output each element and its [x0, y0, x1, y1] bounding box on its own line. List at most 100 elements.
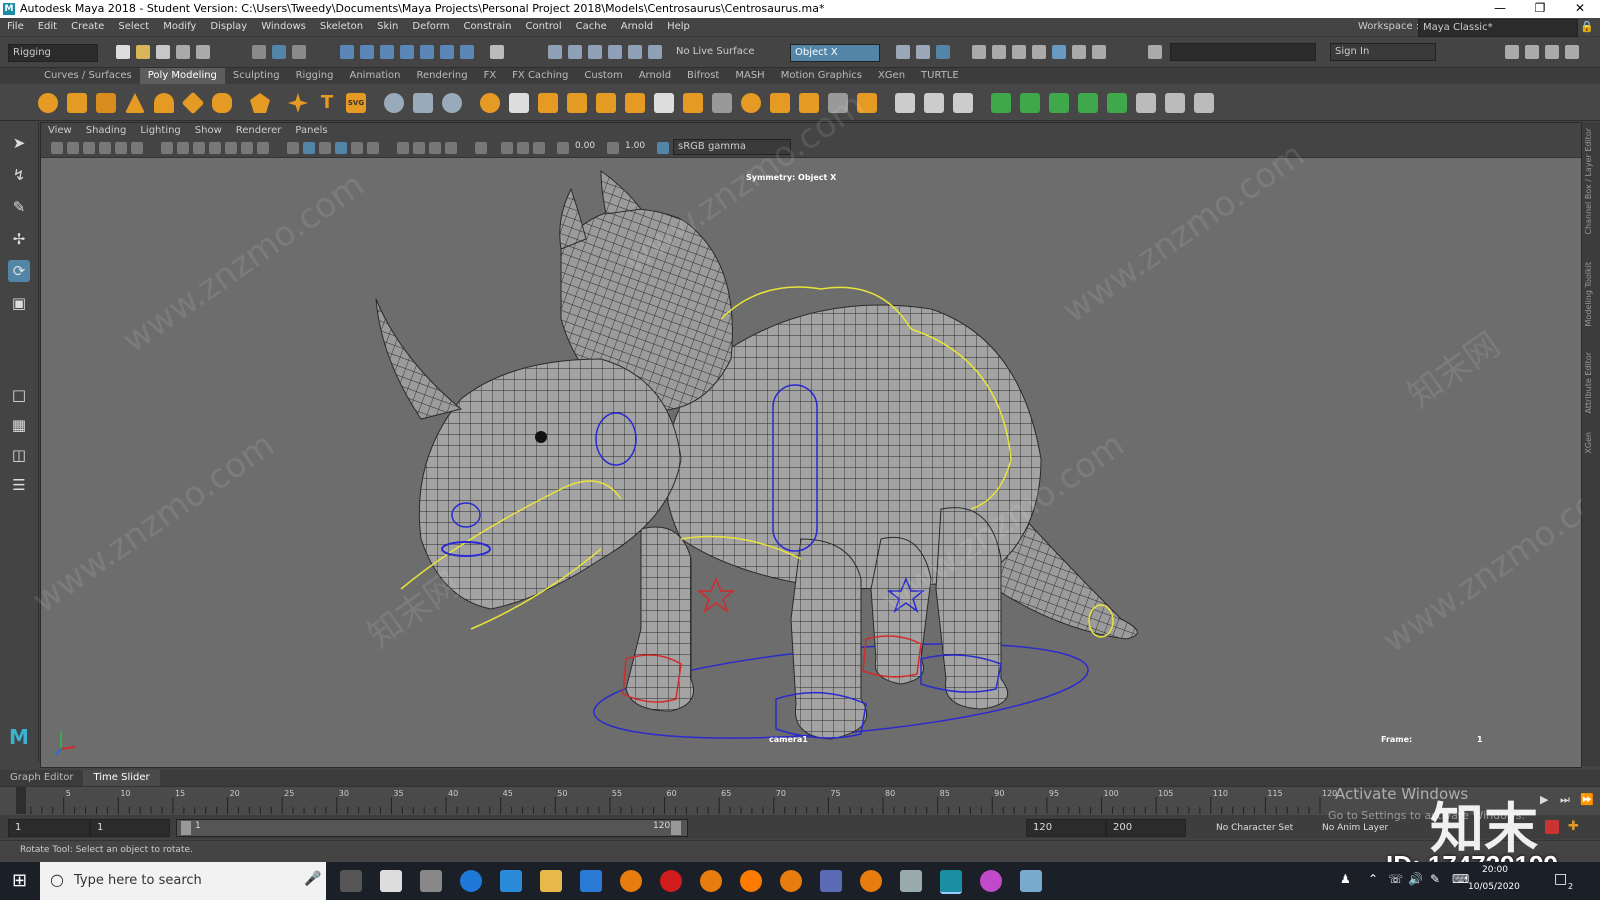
- gamma-value[interactable]: 1.00: [625, 141, 645, 151]
- single-perspective-layout-icon[interactable]: □: [8, 384, 30, 406]
- relax-tool-icon[interactable]: [1194, 93, 1214, 113]
- smooth-icon[interactable]: [442, 93, 462, 113]
- scale-tool-icon[interactable]: ▣: [8, 292, 30, 314]
- combine-icon[interactable]: [384, 93, 404, 113]
- viewport-menu-lighting[interactable]: Lighting: [133, 123, 187, 139]
- minimize-icon[interactable]: —: [1480, 1, 1520, 15]
- hypershade-icon[interactable]: [628, 45, 642, 59]
- menuset-dropdown[interactable]: Rigging: [8, 44, 98, 62]
- shelf-tab-curves-surfaces[interactable]: Curves / Surfaces: [36, 68, 140, 84]
- connect-icon[interactable]: [799, 93, 819, 113]
- collapse-icon[interactable]: [770, 93, 790, 113]
- edit-edge-flow-icon[interactable]: [895, 93, 915, 113]
- camera-attributes-icon[interactable]: [1052, 45, 1066, 59]
- poly-cylinder-icon[interactable]: [96, 93, 116, 113]
- clock-date[interactable]: 10/05/2020: [1468, 882, 1520, 892]
- menu-help[interactable]: Help: [660, 18, 697, 36]
- shelf-tab-turtle[interactable]: TURTLE: [913, 68, 967, 84]
- viewport-panel[interactable]: View Shading Lighting Show Renderer Pane…: [25, 85, 1600, 768]
- shelf-tab-xgen[interactable]: XGen: [870, 68, 913, 84]
- select-camera-icon[interactable]: [51, 142, 63, 154]
- image-plane-icon[interactable]: [99, 142, 111, 154]
- mail-icon[interactable]: [580, 870, 602, 892]
- uv-editor-icon[interactable]: [1136, 93, 1156, 113]
- snapshot-icon[interactable]: [992, 45, 1006, 59]
- attribute-editor-tab[interactable]: Attribute Editor: [1584, 352, 1598, 414]
- channel-box-icon[interactable]: [1565, 45, 1579, 59]
- blender-icon[interactable]: [700, 870, 722, 892]
- viewport-menu-renderer[interactable]: Renderer: [229, 123, 289, 139]
- step-end-icon[interactable]: ⏭: [1560, 793, 1570, 807]
- hind-left-leg-mesh[interactable]: [870, 536, 932, 685]
- shelf-tab-custom[interactable]: Custom: [576, 68, 630, 84]
- move-tool-icon[interactable]: ✢: [8, 228, 30, 250]
- sign-in-dropdown[interactable]: Sign In: [1330, 43, 1436, 61]
- camera-attributes-vp-icon[interactable]: [67, 142, 79, 154]
- super-shape-icon[interactable]: [288, 93, 308, 113]
- shelf-tab-rendering[interactable]: Rendering: [408, 68, 475, 84]
- insert-edge-loop-icon[interactable]: [924, 93, 944, 113]
- textured-icon[interactable]: [351, 142, 363, 154]
- exposure-value[interactable]: 0.00: [575, 141, 595, 151]
- menu-cache[interactable]: Cache: [569, 18, 614, 36]
- grid-icon[interactable]: [161, 142, 173, 154]
- nasal-horn-mesh[interactable]: [375, 298, 463, 420]
- merge-icon[interactable]: [683, 93, 703, 113]
- lasso-tool-icon[interactable]: ↯: [8, 164, 30, 186]
- gamma-icon[interactable]: [607, 142, 619, 154]
- photos-icon[interactable]: [900, 870, 922, 892]
- calculator-icon[interactable]: [420, 870, 442, 892]
- shelf-tab-bifrost[interactable]: Bifrost: [679, 68, 727, 84]
- range-slider[interactable]: 1 120: [176, 819, 688, 837]
- motion-blur-icon[interactable]: [429, 142, 441, 154]
- select-component-icon[interactable]: [292, 45, 306, 59]
- display-settings-icon[interactable]: [1032, 45, 1046, 59]
- bevel-icon[interactable]: [567, 93, 587, 113]
- animation-prefs-icon[interactable]: ✚: [1568, 819, 1579, 834]
- menu-windows[interactable]: Windows: [254, 18, 313, 36]
- menu-create[interactable]: Create: [64, 18, 111, 36]
- range-slider-end-handle[interactable]: [671, 821, 681, 835]
- isolate-select-icon[interactable]: [475, 142, 487, 154]
- live-surface-field[interactable]: No Live Surface: [672, 44, 766, 60]
- anim-layer-dropdown[interactable]: No Anim Layer: [1322, 823, 1388, 833]
- snap-view-plane-icon[interactable]: [400, 45, 414, 59]
- menu-control[interactable]: Control: [518, 18, 568, 36]
- view-transform-dropdown[interactable]: sRGB gamma: [673, 139, 791, 155]
- new-scene-icon[interactable]: [116, 45, 130, 59]
- lock-selection-icon[interactable]: [490, 45, 504, 59]
- panel-layout-icon[interactable]: [896, 45, 910, 59]
- microphone-icon[interactable]: 🎤: [304, 871, 321, 887]
- network-icon[interactable]: ☏: [1388, 872, 1403, 886]
- snap-point-icon[interactable]: [380, 45, 394, 59]
- blender-icon[interactable]: [620, 870, 642, 892]
- extrude-icon[interactable]: [509, 93, 529, 113]
- undo-icon[interactable]: [176, 45, 190, 59]
- safe-action-icon[interactable]: [241, 142, 253, 154]
- select-object-icon[interactable]: [272, 45, 286, 59]
- wireframe-icon[interactable]: [287, 142, 299, 154]
- color-management-icon[interactable]: [657, 142, 669, 154]
- shadows-icon[interactable]: [397, 142, 409, 154]
- menu-edit[interactable]: Edit: [31, 18, 64, 36]
- select-hierarchy-icon[interactable]: [252, 45, 266, 59]
- restore-icon[interactable]: ❐: [1520, 1, 1560, 15]
- taskbar-app-icon[interactable]: [500, 870, 522, 892]
- front-left-leg-mesh[interactable]: [625, 526, 694, 712]
- ipr-render-icon[interactable]: [588, 45, 602, 59]
- four-view-layout-icon[interactable]: ▦: [8, 414, 30, 436]
- channel-box-tab[interactable]: Channel Box / Layer Editor: [1584, 128, 1598, 235]
- end-time-field[interactable]: 200: [1106, 819, 1186, 837]
- paint-select-icon[interactable]: ✎: [8, 196, 30, 218]
- range-slider-start-handle[interactable]: [181, 821, 191, 835]
- poly-cone-icon[interactable]: [125, 93, 145, 113]
- offset-edge-loop-icon[interactable]: [953, 93, 973, 113]
- panel-layout-2-icon[interactable]: [916, 45, 930, 59]
- field-chart-icon[interactable]: [225, 142, 237, 154]
- gate-mask-icon[interactable]: [209, 142, 221, 154]
- resolution-gate-icon[interactable]: [193, 142, 205, 154]
- pause-viewport-icon[interactable]: [1092, 45, 1106, 59]
- poly-cube-icon[interactable]: [67, 93, 87, 113]
- render-view-icon[interactable]: [648, 45, 662, 59]
- quick-search-field[interactable]: [1170, 43, 1316, 61]
